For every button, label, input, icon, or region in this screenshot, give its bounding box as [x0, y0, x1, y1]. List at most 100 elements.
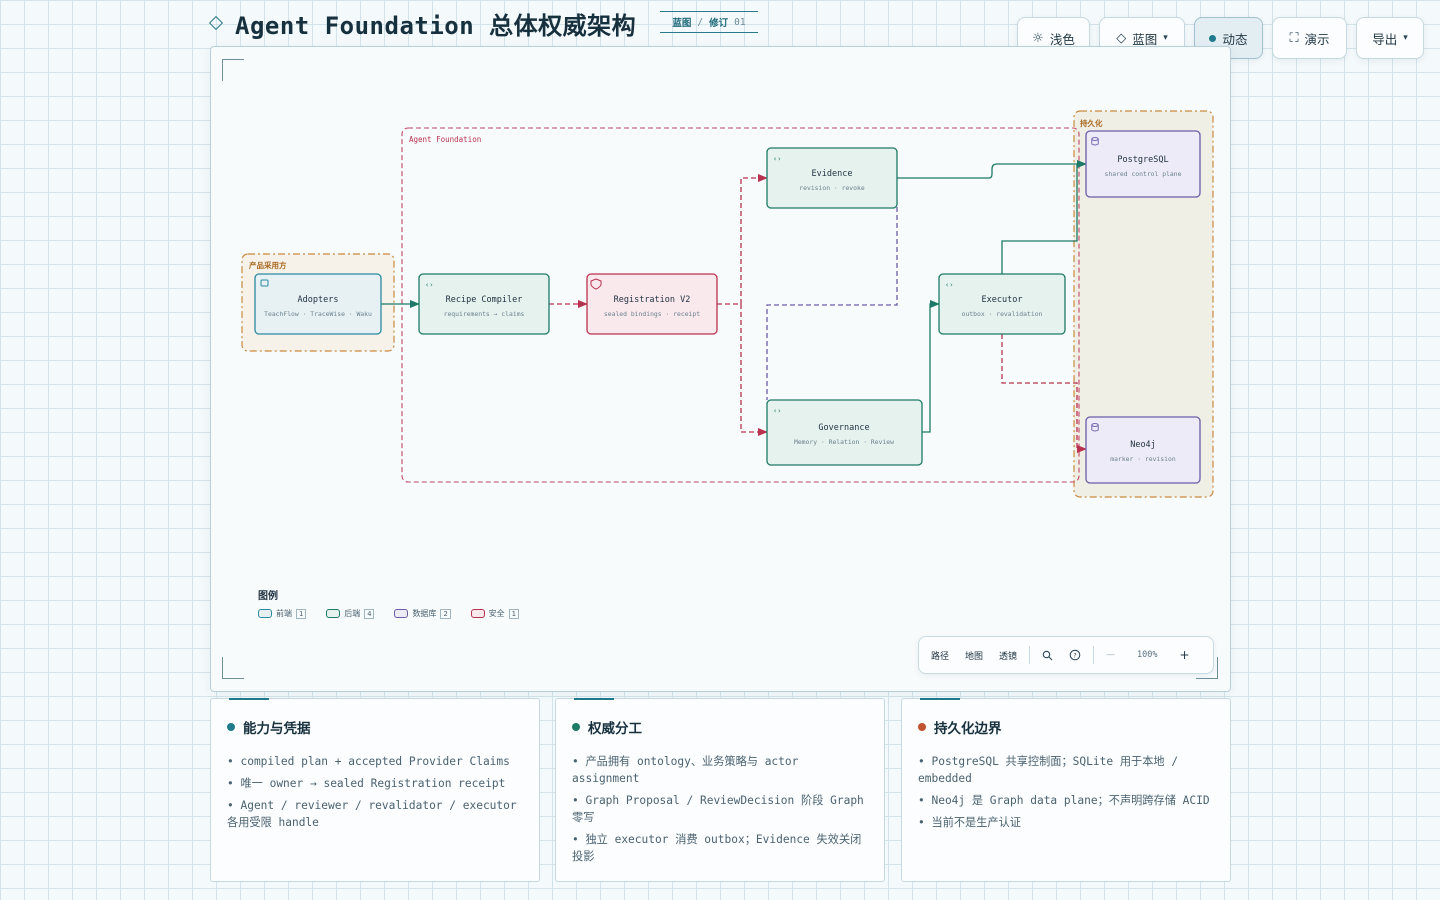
card-title: 权威分工 — [588, 721, 642, 737]
card-persistence: 持久化边界 • PostgreSQL 共享控制面；SQLite 用于本地 / e… — [901, 698, 1231, 882]
node-evidence[interactable]: ‹› Evidence revision · revoke — [766, 147, 898, 209]
edge-registration-governance — [740, 304, 768, 436]
badge-rev-num: 01 — [734, 16, 746, 28]
fullscreen-icon: ⛶ — [1289, 30, 1299, 46]
legend-label: 数据库 — [412, 609, 437, 618]
group-label-adopters: 产品采用方 — [249, 260, 287, 270]
group-label-persistence: 持久化 — [1080, 118, 1103, 128]
badge-rev-label: 修订 — [709, 18, 729, 29]
zoom-out-button[interactable]: — — [1098, 650, 1123, 660]
badge-label: 蓝图 — [672, 18, 692, 29]
card-item: • PostgreSQL 共享控制面；SQLite 用于本地 / embedde… — [918, 755, 1179, 785]
revision-badge: 蓝图 / 修订 01 — [660, 11, 758, 33]
chevron-down-icon: ▾ — [1163, 33, 1168, 43]
legend-count: 2 — [440, 608, 451, 619]
node-executor[interactable]: ‹› Executor outbox · revalidation — [938, 273, 1066, 335]
node-subtitle: requirements → claims — [444, 310, 525, 318]
legend-swatch — [470, 609, 485, 618]
node-title: Evidence — [812, 169, 853, 179]
zoom-level: 100% — [1137, 650, 1158, 660]
view-label: 蓝图 — [1132, 31, 1158, 47]
node-subtitle: shared control plane — [1105, 170, 1182, 178]
node-subtitle: TeachFlow · TraceWise · Waku — [264, 310, 372, 318]
legend-swatch — [326, 609, 341, 618]
node-subtitle: sealed bindings · receipt — [604, 310, 700, 318]
chevron-down-icon: ▾ — [1403, 33, 1408, 43]
legend-swatch — [258, 609, 272, 618]
legend-count: 4 — [364, 608, 375, 619]
legend-label: 后端 — [344, 609, 361, 618]
diamond-icon: ◇ — [1116, 30, 1127, 46]
legend-item-database[interactable]: 数据库 2 — [394, 608, 451, 619]
code-icon: ‹› — [945, 281, 953, 289]
code-icon: ‹› — [425, 281, 433, 289]
card-item: • 唯一 owner → sealed Registration receipt — [227, 777, 506, 790]
card-item: • 产品拥有 ontology、业务策略与 actor assignment — [572, 755, 799, 785]
legend-title: 图例 — [258, 591, 278, 602]
node-neo4j[interactable]: Neo4j marker · revision — [1085, 416, 1201, 484]
card-accent — [574, 698, 614, 700]
zoom-in-button[interactable]: + — [1172, 648, 1198, 662]
canvas-controls: 路径 地图 透镜 ? — 100% + — [918, 636, 1214, 674]
card-item: • 当前不是生产认证 — [918, 816, 1021, 829]
node-subtitle: revision · revoke — [799, 184, 865, 192]
node-title: PostgreSQL — [1117, 155, 1168, 165]
lens-button[interactable]: 透镜 — [991, 649, 1025, 662]
legend-count: 1 — [508, 608, 519, 619]
node-subtitle: marker · revision — [1110, 455, 1176, 463]
path-button[interactable]: 路径 — [919, 649, 957, 662]
node-title: Adopters — [298, 295, 339, 305]
status-dot-icon — [1209, 34, 1217, 42]
card-item: • Graph Proposal / ReviewDecision 阶段 Gra… — [572, 794, 864, 824]
legend-swatch — [394, 609, 409, 618]
legend-item-frontend[interactable]: 前端 1 — [258, 608, 307, 619]
legend-label: 前端 — [276, 609, 292, 618]
code-icon: ‹› — [773, 407, 781, 415]
page-title: Agent Foundation 总体权威架构 — [208, 6, 636, 40]
legend-item-backend[interactable]: 后端 4 — [326, 608, 375, 619]
diagram-canvas[interactable]: 持久化 产品采用方 Agent Foundation Adopters Teac… — [210, 46, 1231, 692]
edge-executor-postgres — [1001, 164, 1078, 274]
code-icon: ‹› — [773, 155, 781, 163]
edge-evidence-governance — [766, 207, 898, 400]
node-recipe-compiler[interactable]: ‹› Recipe Compiler requirements → claims — [418, 273, 550, 335]
title-text: Agent Foundation 总体权威架构 — [235, 11, 637, 40]
node-title: Executor — [982, 295, 1023, 305]
edge-evidence-postgres — [897, 160, 1087, 179]
diamond-icon — [208, 15, 224, 31]
search-icon[interactable] — [1034, 650, 1061, 661]
divider — [1093, 646, 1095, 664]
map-button[interactable]: 地图 — [957, 649, 991, 662]
card-capabilities: 能力与凭据 • compiled plan + accepted Provide… — [210, 698, 540, 882]
card-item: • 独立 executor 消费 outbox；Evidence 失效关闭投影 — [572, 833, 862, 863]
card-item: • Neo4j 是 Graph data plane；不声明跨存储 ACID — [918, 794, 1210, 807]
present-button[interactable]: ⛶ 演示 — [1272, 17, 1347, 59]
node-adopters[interactable]: Adopters TeachFlow · TraceWise · Waku — [254, 273, 382, 335]
divider — [1029, 646, 1031, 664]
node-title: Neo4j — [1130, 440, 1156, 450]
node-title: Recipe Compiler — [446, 295, 523, 305]
card-title: 持久化边界 — [934, 721, 1002, 737]
card-accent — [229, 698, 269, 700]
theme-label: 浅色 — [1049, 31, 1075, 47]
card-item: • compiled plan + accepted Provider Clai… — [227, 755, 510, 768]
node-subtitle: Memory · Relation · Review — [794, 438, 894, 446]
card-authority: 权威分工 • 产品拥有 ontology、业务策略与 actor assignm… — [555, 698, 885, 882]
status-dot-icon — [918, 723, 926, 731]
node-registration[interactable]: Registration V2 sealed bindings · receip… — [586, 273, 718, 335]
legend: 图例 前端 1 后端 4 数据库 2 安全 1 — [258, 587, 519, 619]
legend-label: 安全 — [488, 609, 505, 618]
badge-separator: / — [697, 16, 704, 28]
help-icon[interactable]: ? — [1061, 649, 1089, 661]
node-governance[interactable]: ‹› Governance Memory · Relation · Review — [766, 399, 923, 466]
export-label: 导出 — [1372, 31, 1398, 47]
edge-registration-evidence — [717, 174, 768, 305]
node-subtitle: outbox · revalidation — [962, 310, 1043, 318]
node-title: Governance — [818, 423, 869, 433]
node-postgresql[interactable]: PostgreSQL shared control plane — [1085, 130, 1201, 198]
legend-item-security[interactable]: 安全 1 — [470, 608, 519, 619]
motion-label: 动态 — [1222, 31, 1248, 47]
export-dropdown[interactable]: 导出 ▾ — [1356, 17, 1424, 59]
edge-governance-executor — [922, 300, 940, 433]
legend-count: 1 — [296, 608, 307, 619]
